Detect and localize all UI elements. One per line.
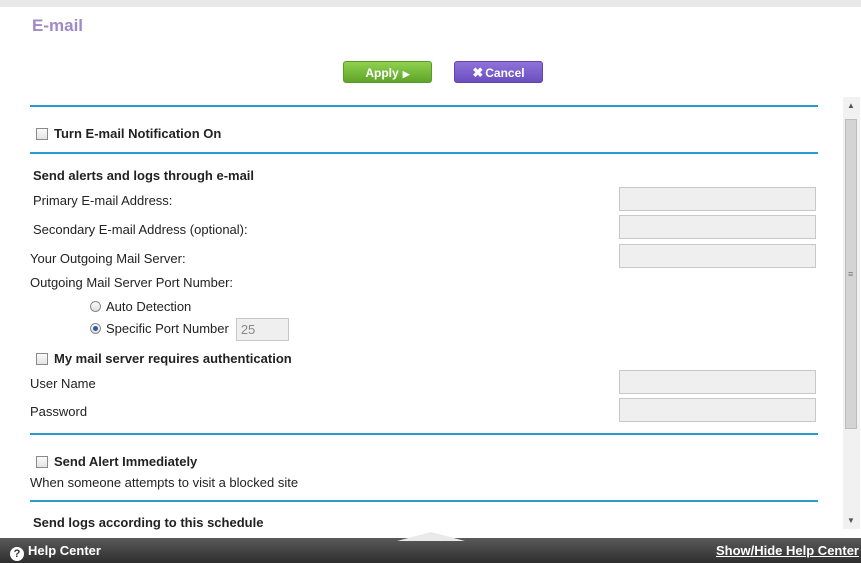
specific-port-label: Specific Port Number (106, 320, 229, 336)
outgoing-server-field[interactable] (619, 244, 816, 268)
page-title: E-mail (32, 16, 84, 35)
section-divider (30, 105, 818, 107)
schedule-heading: Send logs according to this schedule (33, 515, 264, 530)
question-icon: ? (10, 547, 24, 561)
vertical-scrollbar[interactable]: ▲ ≡ ▼ (843, 97, 860, 529)
primary-email-label: Primary E-mail Address: (33, 193, 173, 208)
specific-port-option[interactable]: Specific Port Number 25 (90, 318, 289, 341)
specific-port-radio[interactable] (90, 322, 101, 334)
play-arrow-icon: ▶ (402, 69, 410, 79)
top-border (0, 0, 861, 7)
port-number-label: Outgoing Mail Server Port Number: (30, 275, 234, 290)
username-field[interactable] (619, 370, 816, 394)
auth-label: My mail server requires authentication (54, 351, 292, 366)
scroll-down-icon[interactable]: ▼ (847, 516, 855, 525)
alert-row: Send Alert Immediately (36, 454, 197, 469)
password-label: Password (30, 404, 88, 419)
send-section-heading: Send alerts and logs through e-mail (33, 168, 255, 183)
outgoing-server-label: Your Outgoing Mail Server: (30, 251, 186, 266)
help-footer: ? Help Center Show/Hide Help Center (0, 532, 861, 563)
notification-row: Turn E-mail Notification On (36, 126, 221, 141)
password-field[interactable] (619, 398, 816, 422)
grip-icon: ≡ (848, 269, 854, 279)
show-hide-help-link[interactable]: Show/Hide Help Center (716, 543, 859, 558)
alert-description: When someone attempts to visit a blocked… (30, 475, 299, 490)
section-divider (30, 433, 818, 435)
apply-label: Apply (365, 66, 399, 80)
close-icon: ✖ (472, 65, 484, 80)
alert-checkbox[interactable] (36, 456, 48, 468)
auth-row: My mail server requires authentication (36, 351, 292, 366)
secondary-email-label: Secondary E-mail Address (optional): (33, 222, 248, 237)
auto-detection-radio[interactable] (90, 301, 101, 312)
help-center-label: Help Center (28, 543, 101, 558)
notification-label: Turn E-mail Notification On (54, 126, 222, 141)
auto-detection-option[interactable]: Auto Detection (90, 299, 191, 314)
scroll-up-icon[interactable]: ▲ (847, 101, 855, 110)
scroll-thumb[interactable]: ≡ (845, 119, 857, 429)
notification-checkbox[interactable] (36, 128, 48, 140)
section-divider (30, 500, 818, 502)
section-divider (30, 152, 818, 154)
apply-button[interactable]: Apply ▶ (343, 61, 432, 83)
alert-label: Send Alert Immediately (54, 454, 198, 469)
port-number-input[interactable]: 25 (235, 318, 289, 341)
secondary-email-field[interactable] (619, 215, 816, 239)
auth-checkbox[interactable] (36, 353, 48, 365)
footer-tab-handle[interactable] (397, 532, 465, 541)
username-label: User Name (30, 376, 96, 391)
cancel-button[interactable]: ✖ Cancel (454, 61, 543, 83)
auto-detection-label: Auto Detection (106, 299, 192, 314)
help-center-link[interactable]: ? Help Center (10, 543, 101, 561)
cancel-label: Cancel (485, 66, 525, 80)
primary-email-field[interactable] (619, 187, 816, 211)
